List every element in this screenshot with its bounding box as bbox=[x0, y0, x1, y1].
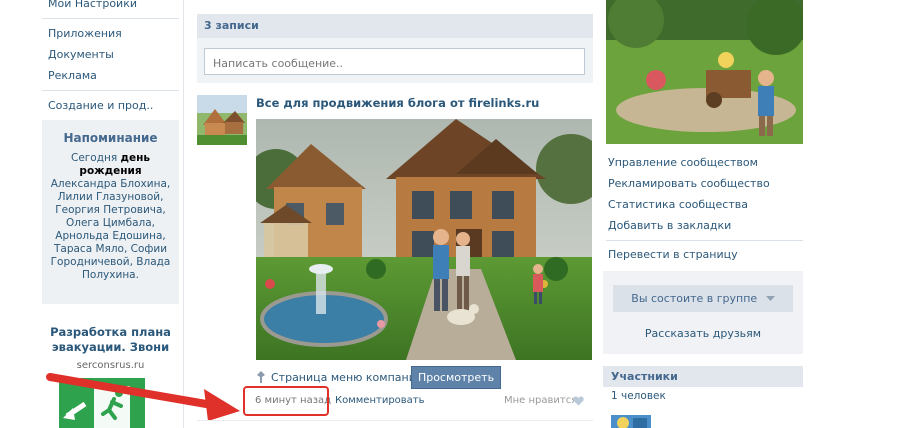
right-divider bbox=[606, 240, 803, 241]
tell-friends-link[interactable]: Рассказать друзьям bbox=[603, 327, 803, 340]
advertise-community-link[interactable]: Рекламировать сообщество bbox=[608, 173, 803, 194]
membership-dropdown[interactable]: Вы состоите в группе bbox=[613, 285, 793, 312]
heart-icon[interactable] bbox=[573, 396, 584, 406]
like-link[interactable]: Мне нравится bbox=[504, 395, 577, 406]
add-bookmark-link[interactable]: Добавить в закладки bbox=[608, 215, 803, 236]
post-attachment-link[interactable]: Страница меню компании bbox=[256, 366, 423, 388]
post-image[interactable] bbox=[256, 119, 592, 360]
post-attachment-label[interactable]: Страница меню компании bbox=[271, 371, 423, 384]
post-title[interactable]: Все для продвижения блога от firelinks.r… bbox=[256, 96, 539, 110]
manage-community-link[interactable]: Управление сообществом bbox=[608, 152, 803, 173]
page: Мои Настройки Приложения Документы Рекла… bbox=[0, 0, 924, 428]
membership-box bbox=[603, 271, 803, 354]
community-stats-link[interactable]: Статистика сообщества bbox=[608, 194, 803, 215]
wall-post-input[interactable]: Написать сообщение.. bbox=[204, 48, 585, 75]
arrow-annotation-icon bbox=[46, 373, 240, 421]
members-count[interactable]: 1 человек bbox=[611, 390, 666, 402]
chevron-down-icon bbox=[765, 296, 775, 301]
member-avatar[interactable] bbox=[611, 415, 651, 428]
group-photo[interactable] bbox=[606, 0, 803, 144]
comment-link[interactable]: Комментировать bbox=[335, 395, 425, 406]
post-divider bbox=[197, 420, 593, 421]
members-header[interactable]: Участники bbox=[603, 366, 803, 387]
view-button[interactable]: Просмотреть bbox=[411, 366, 501, 389]
membership-label: Вы состоите в группе bbox=[631, 292, 758, 305]
community-actions: Управление сообществом Рекламировать соо… bbox=[608, 152, 803, 236]
convert-to-page-link[interactable]: Перевести в страницу bbox=[608, 244, 738, 265]
